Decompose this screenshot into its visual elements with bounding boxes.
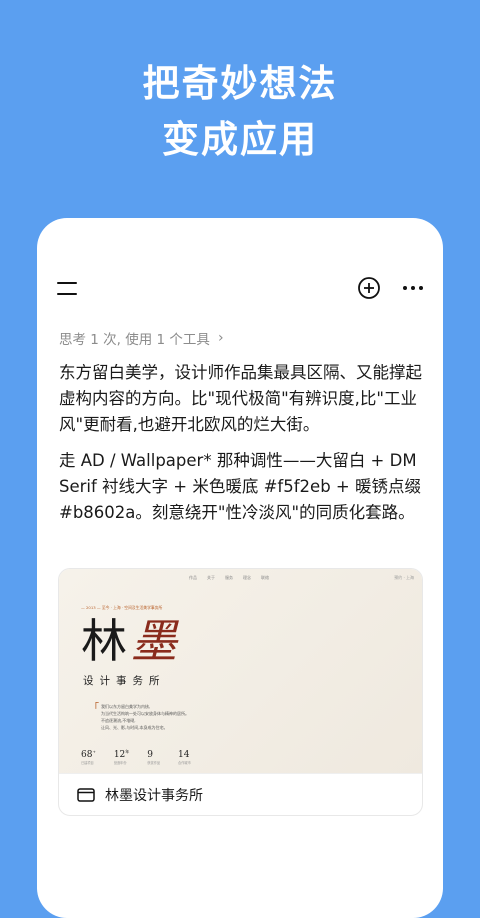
hero-line-1: 把奇妙想法	[142, 62, 338, 105]
preview-tagline: 设计事务所	[83, 675, 166, 687]
preview-stat: 9 获奖作品	[147, 749, 160, 765]
phone-screen: 思考 1 次, 使用 1 个工具 › 东方留白美学，设计师作品集最具区隔、又能撑…	[37, 218, 443, 918]
hero-line-2: 变成应用	[162, 118, 318, 161]
preview-quote-mark: 「	[89, 703, 99, 714]
preview-nav-item: 服务	[225, 575, 233, 580]
preview-intro-line: 让风、光、影,与时间,本身成为住宅。	[101, 725, 168, 730]
preview-intro-line: 不追逐潮流,不堆砌,	[101, 718, 136, 723]
preview-subtitle: — 2013 — 至今 · 上海 · 空间及生活美学事务所	[81, 605, 163, 610]
preview-stat: 12年 营造年份	[114, 749, 129, 765]
preview-stat-unit: 年	[125, 749, 130, 754]
app-preview-card[interactable]: 作品 关于 服务 理念 联络 预约 · 上海 — 2013 — 至今 · 上海 …	[58, 568, 423, 816]
preview-name-char-2: 墨	[131, 614, 177, 668]
thinking-summary[interactable]: 思考 1 次, 使用 1 个工具 ›	[59, 328, 224, 348]
app-preview-thumbnail[interactable]: 作品 关于 服务 理念 联络 预约 · 上海 — 2013 — 至今 · 上海 …	[59, 569, 422, 773]
thinking-summary-label: 思考 1 次, 使用 1 个工具	[59, 332, 210, 348]
preview-nav: 作品 关于 服务 理念 联络	[189, 575, 269, 581]
preview-stats: 68+ 已建项目 12年 营造年份 9 获奖作品 14 合作城市	[81, 749, 191, 765]
preview-name-char-1: 林	[81, 614, 127, 668]
preview-nav-item: 理念	[243, 575, 251, 580]
preview-stat-value: 9	[147, 750, 153, 760]
preview-stat-label: 合作城市	[178, 761, 191, 765]
app-card-title: 林墨设计事务所	[105, 788, 203, 804]
preview-stat-label: 获奖作品	[147, 761, 161, 765]
app-card-footer[interactable]: 林墨设计事务所	[59, 773, 422, 815]
preview-stat-unit: +	[92, 749, 96, 754]
chevron-right-icon: ›	[217, 330, 224, 346]
preview-stat-label: 已建项目	[81, 761, 94, 765]
message-paragraph-2: 走 AD / Wallpaper* 那种调性——大留白 + DM Serif 衬…	[59, 451, 421, 522]
preview-studio-name: 林墨	[81, 615, 177, 667]
preview-stat: 14 合作城市	[178, 749, 191, 765]
preview-intro-line: 为当代生活构筑一处可以安放身体与精神的居所。	[101, 711, 189, 716]
preview-stat-value: 14	[178, 750, 190, 760]
preview-stat: 68+ 已建项目	[81, 749, 96, 765]
preview-nav-item: 作品	[189, 575, 197, 580]
preview-stat-value: 12	[113, 750, 126, 760]
preview-nav-item: 关于	[207, 575, 215, 580]
preview-stat-value: 68	[81, 750, 93, 760]
more-horizontal-icon[interactable]	[401, 279, 425, 297]
preview-nav-item: 联络	[261, 575, 269, 580]
preview-nav-right: 预约 · 上海	[394, 575, 414, 580]
plus-circle-icon[interactable]	[357, 276, 381, 300]
menu-icon[interactable]	[57, 280, 79, 296]
hero-heading: 把奇妙想法 变成应用	[0, 56, 480, 168]
browser-window-icon	[77, 788, 95, 802]
preview-stat-label: 营造年份	[113, 761, 127, 765]
preview-intro-line: 我们以东方留白美学为内核,	[101, 704, 151, 709]
message-paragraph-1: 东方留白美学，设计师作品集最具区隔、又能撑起虚构内容的方向。比"现代极简"有辨识…	[59, 363, 422, 434]
preview-intro: 我们以东方留白美学为内核, 为当代生活构筑一处可以安放身体与精神的居所。 不追逐…	[101, 703, 189, 731]
